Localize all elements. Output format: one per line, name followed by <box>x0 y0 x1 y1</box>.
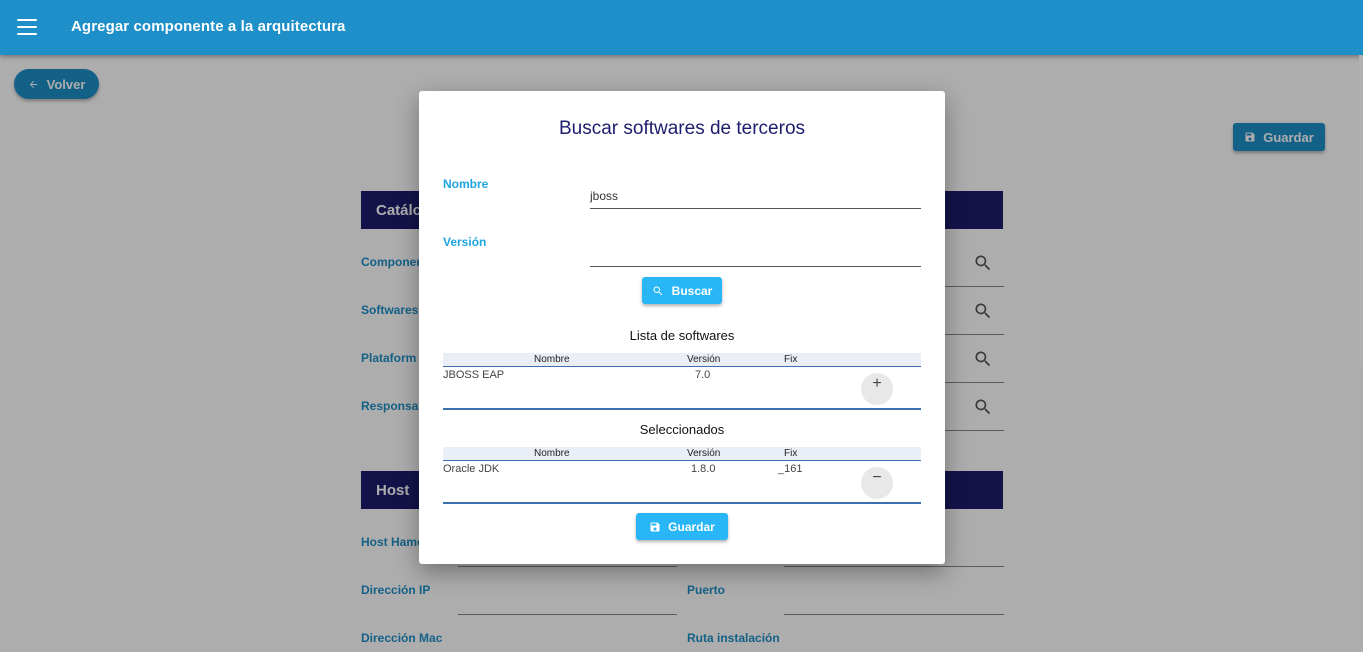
search-software-dialog: Buscar softwares de terceros Nombre Vers… <box>419 91 945 564</box>
column-header-version: Versión <box>687 448 721 459</box>
column-header-fix: Fix <box>784 354 798 365</box>
column-header-nombre: Nombre <box>534 354 570 365</box>
menu-icon[interactable] <box>17 19 37 35</box>
save-icon <box>650 522 660 531</box>
search-button-label: Buscar <box>671 283 713 298</box>
nombre-label: Nombre <box>443 177 489 191</box>
scrollbar[interactable] <box>1359 55 1363 367</box>
table-header: Nombre Versión Fix <box>443 447 921 461</box>
table-row: Oracle JDK 1.8.0 _161 − <box>443 461 921 504</box>
cell-fix: _161 <box>778 463 803 475</box>
cell-nombre: Oracle JDK <box>443 463 500 475</box>
remove-software-button[interactable]: − <box>861 467 893 499</box>
selected-software-table: Nombre Versión Fix Oracle JDK 1.8.0 _161… <box>443 447 921 504</box>
search-button[interactable]: Buscar <box>642 277 722 304</box>
plus-icon: + <box>872 375 882 392</box>
add-software-button[interactable]: + <box>861 373 893 405</box>
version-input[interactable] <box>590 242 921 267</box>
app-bar: Agregar componente a la arquitectura <box>0 0 1363 55</box>
cell-nombre: JBOSS EAP <box>443 369 505 381</box>
table-header: Nombre Versión Fix <box>443 353 921 367</box>
cell-version: 7.0 <box>695 369 711 381</box>
table-row: JBOSS EAP 7.0 + <box>443 367 921 410</box>
column-header-fix: Fix <box>784 448 798 459</box>
dialog-save-button[interactable]: Guardar <box>636 513 728 540</box>
minus-icon: − <box>872 469 882 486</box>
nombre-input[interactable] <box>590 184 921 209</box>
column-header-version: Versión <box>687 354 721 365</box>
search-icon <box>653 286 662 295</box>
version-label: Versión <box>443 235 487 249</box>
page-title: Agregar componente a la arquitectura <box>71 18 346 35</box>
software-results-table: Nombre Versión Fix JBOSS EAP 7.0 + <box>443 353 921 410</box>
column-header-nombre: Nombre <box>534 448 570 459</box>
software-list-title: Lista de softwares <box>629 328 735 343</box>
dialog-title: Buscar softwares de terceros <box>558 118 806 139</box>
dialog-save-label: Guardar <box>668 519 715 534</box>
selected-list-title: Seleccionados <box>639 422 725 437</box>
cell-version: 1.8.0 <box>691 463 716 475</box>
